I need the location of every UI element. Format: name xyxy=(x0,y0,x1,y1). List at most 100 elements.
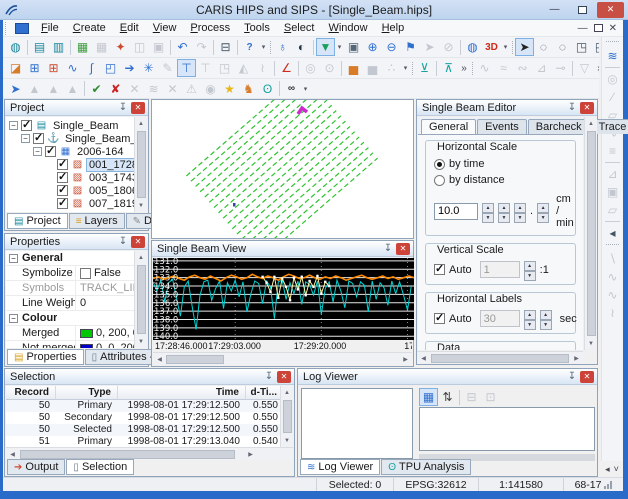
tide-icon[interactable]: ⊤ xyxy=(177,59,196,77)
reject-mean-icon[interactable]: ✕ xyxy=(125,80,144,98)
editor-tab-barcheck[interactable]: Barcheck xyxy=(527,119,590,134)
zoom-in-icon[interactable]: ⊕ xyxy=(363,38,382,56)
menu-view[interactable]: View xyxy=(146,21,184,35)
sphere-icon[interactable]: ◍ xyxy=(463,38,482,56)
redo-icon[interactable]: ↷ xyxy=(192,38,211,56)
add-line-icon[interactable]: ⊞ xyxy=(25,59,44,77)
table-row[interactable]: 50Secondary1998-08-01 17:29:12.5000.5501… xyxy=(6,412,280,424)
copy-icon[interactable]: ▣ xyxy=(149,38,168,56)
dropdown-arrow-icon[interactable]: ▾ xyxy=(301,85,310,93)
collapse-icon[interactable]: ◂ xyxy=(603,224,622,242)
dropdown-arrow-icon[interactable]: ▾ xyxy=(335,43,344,51)
menu-select[interactable]: Select xyxy=(277,21,322,35)
pencil-icon[interactable]: ✎ xyxy=(158,59,177,77)
critter-icon[interactable]: ♞ xyxy=(239,80,258,98)
vscale-spinner[interactable]: ▲ ▼ xyxy=(523,261,536,281)
close-icon[interactable]: ✕ xyxy=(396,242,410,255)
lasso-icon[interactable]: ◌ xyxy=(534,38,553,56)
doc-icon[interactable]: ◰ xyxy=(101,59,120,77)
print-icon[interactable]: ⊟ xyxy=(216,38,235,56)
preview-log-icon[interactable]: ⊡ xyxy=(481,388,500,406)
zoom-prev-icon[interactable]: ⊘ xyxy=(439,38,458,56)
close-icon[interactable]: ✕ xyxy=(277,370,291,383)
wave-icon[interactable]: ∿ xyxy=(63,59,82,77)
alert-icon[interactable]: ◉ xyxy=(201,80,220,98)
menu-edit[interactable]: Edit xyxy=(113,21,146,35)
undo-icon[interactable]: ↶ xyxy=(173,38,192,56)
query-select-icon[interactable]: ʘ xyxy=(258,80,277,98)
property-row-not-merged[interactable]: Not merged 0, 0, 200 xyxy=(6,341,134,348)
close-icon[interactable]: ✕ xyxy=(580,370,594,383)
reject-spline-icon[interactable]: ✕ xyxy=(163,80,182,98)
dropdown-arrow-icon[interactable]: ▾ xyxy=(259,43,268,51)
editor-tab-general[interactable]: General xyxy=(421,119,477,134)
editor-vscrollbar[interactable]: ▲ ▼ xyxy=(584,117,597,350)
bottom-tab-selection[interactable]: ▯ Selection xyxy=(66,459,135,475)
hlabels-auto-checkbox[interactable] xyxy=(434,311,445,324)
pin-icon[interactable]: ↧ xyxy=(263,371,275,382)
property-row-symbols[interactable]: Symbols TRACK_LINE xyxy=(6,281,134,296)
pin-icon[interactable]: ↧ xyxy=(117,236,129,247)
cone-icon[interactable]: ▲ xyxy=(25,80,44,98)
curve2-icon[interactable]: ∿ xyxy=(603,268,622,286)
tree-checkbox[interactable] xyxy=(57,170,68,183)
save-icon[interactable]: ◫ xyxy=(130,38,149,56)
editor-tab-events[interactable]: Events xyxy=(477,119,527,134)
select-cursor-icon[interactable]: ➤ xyxy=(515,38,534,56)
view-3d-icon[interactable]: 3D xyxy=(482,38,501,56)
filter-color-icon[interactable]: ⊼ xyxy=(439,59,458,77)
log-tab-log-viewer[interactable]: ≋ Log Viewer xyxy=(300,459,381,475)
globe-dark-icon[interactable]: ◐ xyxy=(292,38,311,56)
digit-spinner[interactable]: ▲ ▼ xyxy=(537,202,550,223)
property-group-general[interactable]: − General xyxy=(6,251,134,266)
project-tree-scrollbar[interactable]: ▲ ▼ xyxy=(134,117,147,212)
tree-checkbox[interactable] xyxy=(57,183,68,196)
maximize-button[interactable] xyxy=(569,2,596,18)
mdi-close-button[interactable]: ✕ xyxy=(609,23,617,34)
log-detail[interactable] xyxy=(419,407,595,451)
column-header-dti[interactable]: d-Ti... xyxy=(246,386,280,399)
sort-az-icon[interactable]: ⇅ xyxy=(438,388,457,406)
property-row-symbolize-lin[interactable]: Symbolize lin False xyxy=(6,266,134,281)
tree-item-single_beam_vessel_e[interactable]: − ⚓ Single_Beam_Vessel_E xyxy=(9,131,134,145)
project-tab-project[interactable]: ▤ Project xyxy=(7,213,68,229)
mdi-restore-button[interactable] xyxy=(593,24,603,32)
export-icon[interactable]: ✦ xyxy=(111,38,130,56)
project-tab-layers[interactable]: ≡ Layers xyxy=(68,213,125,229)
reject-icon[interactable]: ✘ xyxy=(106,80,125,98)
vscale-value-input[interactable] xyxy=(479,261,520,278)
toolbar-overflow-icon[interactable]: » xyxy=(594,63,599,74)
peak-icon[interactable]: ◭ xyxy=(234,59,253,77)
smooth2-disabled-icon[interactable]: ≈ xyxy=(494,59,513,77)
tree-item-005_1806[interactable]: ▨ 005_1806 xyxy=(9,183,134,197)
property-checkbox[interactable] xyxy=(80,267,91,279)
window-icon[interactable]: ◳ xyxy=(215,59,234,77)
zoom-out-icon[interactable]: ⊖ xyxy=(382,38,401,56)
dropdown-arrow-icon[interactable]: ▾ xyxy=(401,64,410,72)
swath-editor-icon[interactable]: ≋ xyxy=(603,47,622,65)
open-image-icon[interactable]: ▦ xyxy=(73,38,92,56)
snap-disabled-icon[interactable]: ∾ xyxy=(513,59,532,77)
help-icon[interactable]: ? xyxy=(240,38,259,56)
hscale-value-input[interactable] xyxy=(434,202,478,220)
digit-spinner[interactable]: ▲ ▼ xyxy=(482,202,494,223)
by-time-radio[interactable] xyxy=(434,158,445,170)
star-icon[interactable]: ★ xyxy=(220,80,239,98)
mdi-minimize-button[interactable]: — xyxy=(578,23,588,34)
hlabels-value-input[interactable] xyxy=(479,310,520,327)
column-header-time[interactable]: Time xyxy=(118,386,246,399)
rect-select-alt-icon[interactable]: ◰ xyxy=(591,38,599,56)
accept-icon[interactable]: ✔ xyxy=(87,80,106,98)
selection-vscrollbar[interactable]: ▲ ▼ xyxy=(280,386,293,447)
smooth-disabled-icon[interactable]: ∿ xyxy=(475,59,494,77)
filter-check-icon[interactable]: ⊻ xyxy=(415,59,434,77)
tree-checkbox[interactable] xyxy=(45,144,56,157)
rings-icon[interactable]: ◎ xyxy=(301,59,320,77)
pin-icon[interactable]: ↧ xyxy=(566,102,578,113)
open-folder-icon[interactable]: ▤ xyxy=(30,38,49,56)
tree-checkbox[interactable] xyxy=(57,196,68,209)
pin-icon[interactable]: ↧ xyxy=(117,102,129,113)
next-line-icon[interactable]: ➔ xyxy=(120,59,139,77)
spline-icon[interactable]: ∫ xyxy=(82,59,101,77)
tree-item-001_1728[interactable]: ▨001_1728 xyxy=(9,157,134,172)
